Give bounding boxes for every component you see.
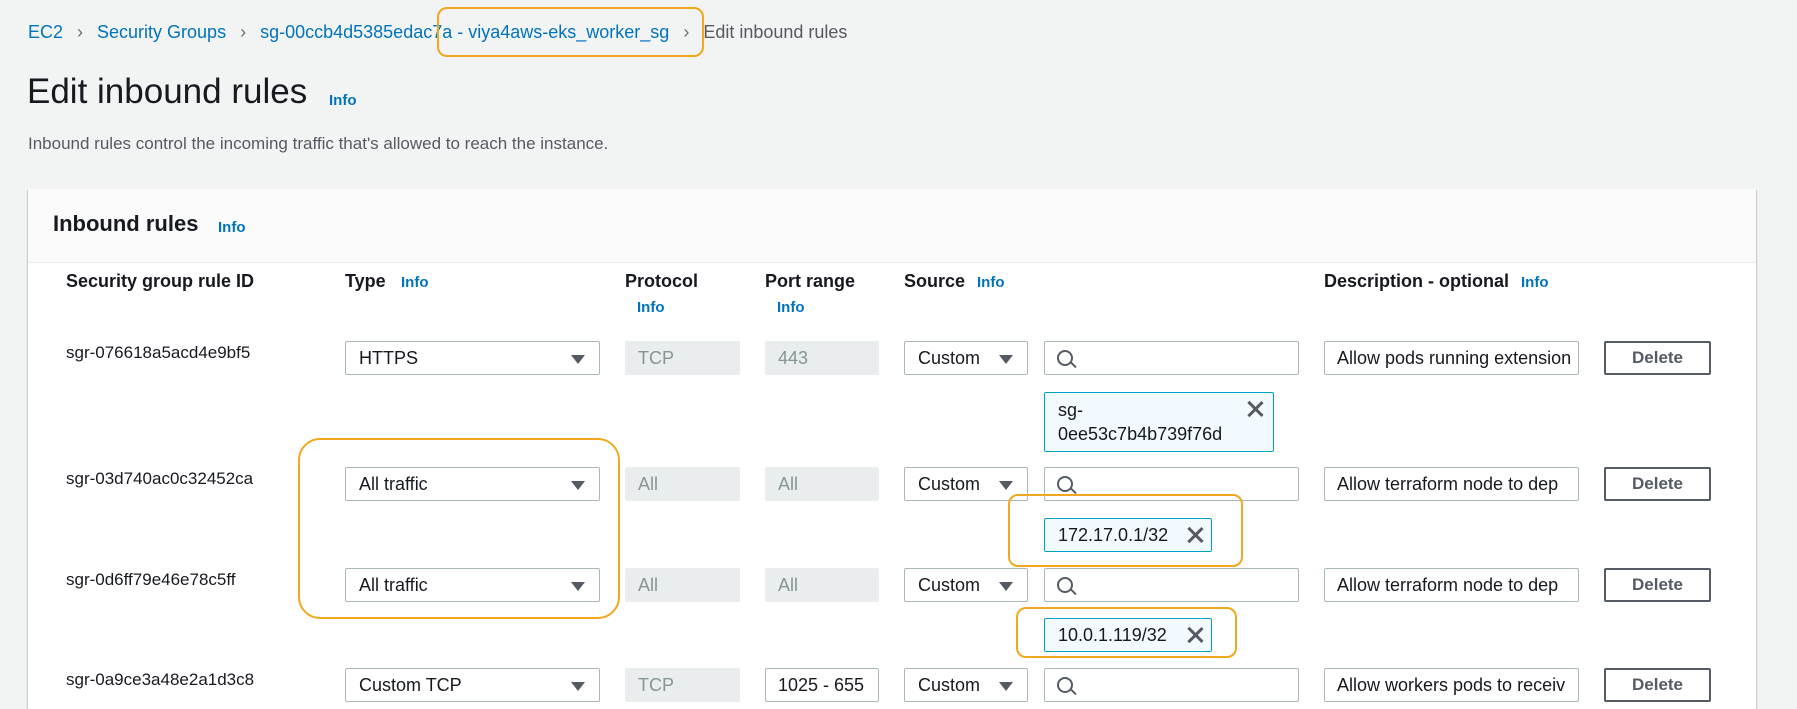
caret-down-icon — [571, 582, 585, 591]
col-header-source: Source — [904, 271, 966, 291]
search-icon — [1057, 677, 1073, 693]
protocol-field: All — [625, 568, 740, 602]
protocol-field: All — [625, 467, 740, 501]
rule-id: sgr-076618a5acd4e9bf5 — [66, 343, 251, 362]
page-info-link[interactable]: Info — [329, 92, 357, 109]
token-label: 0ee53c7b4b739f76d — [1058, 424, 1223, 444]
search-icon — [1057, 577, 1073, 593]
type-select[interactable]: HTTPS — [345, 341, 600, 375]
type-value: Custom TCP — [359, 675, 462, 695]
caret-down-icon — [999, 355, 1013, 364]
close-icon[interactable] — [1245, 399, 1265, 419]
port-range-field: All — [765, 568, 879, 602]
caret-down-icon — [571, 481, 585, 490]
breadcrumb-security-groups[interactable]: Security Groups — [97, 22, 226, 43]
breadcrumb-security-group[interactable]: sg-00ccb4d5385edac7a - viya4aws-eks_work… — [260, 22, 669, 43]
chevron-right-icon: › — [683, 21, 690, 42]
source-value: Custom — [918, 348, 981, 368]
type-value: HTTPS — [359, 348, 419, 368]
source-info-link[interactable]: Info — [977, 274, 1005, 291]
source-select[interactable]: Custom — [904, 668, 1028, 702]
type-info-link[interactable]: Info — [401, 274, 429, 291]
caret-down-icon — [571, 355, 585, 364]
col-header-description: Description - optional — [1324, 271, 1510, 291]
description-info-link[interactable]: Info — [1521, 274, 1549, 291]
port-range-field: 443 — [765, 341, 879, 375]
protocol-field: TCP — [625, 341, 740, 375]
port-range-field: All — [765, 467, 879, 501]
breadcrumb: EC2 › Security Groups › sg-00ccb4d5385ed… — [28, 20, 847, 44]
col-header-type: Type — [345, 271, 386, 291]
protocol-field: TCP — [625, 668, 740, 702]
rule-id: sgr-03d740ac0c32452ca — [66, 469, 254, 488]
type-value: All traffic — [359, 474, 428, 494]
search-icon — [1057, 350, 1073, 366]
col-header-rule-id: Security group rule ID — [66, 271, 255, 291]
delete-button[interactable]: Delete — [1604, 568, 1711, 602]
source-token: 10.0.1.119/32 — [1044, 618, 1212, 652]
panel-header: Inbound rules Info — [28, 189, 1756, 263]
close-icon[interactable] — [1185, 625, 1205, 645]
source-select[interactable]: Custom — [904, 467, 1028, 501]
description-input[interactable]: Allow terraform node to dep — [1324, 568, 1579, 602]
port-range-input[interactable]: 1025 - 655 — [765, 668, 879, 702]
source-token: sg- 0ee53c7b4b739f76d — [1044, 392, 1274, 452]
protocol-info-link[interactable]: Info — [637, 299, 665, 316]
search-icon — [1057, 476, 1073, 492]
source-select[interactable]: Custom — [904, 341, 1028, 375]
source-search-input[interactable] — [1044, 341, 1299, 375]
description-input[interactable]: Allow terraform node to dep — [1324, 467, 1579, 501]
panel-title: Inbound rules — [53, 211, 199, 236]
type-select[interactable]: All traffic — [345, 467, 600, 501]
source-select[interactable]: Custom — [904, 568, 1028, 602]
port-range-info-link[interactable]: Info — [777, 299, 805, 316]
close-icon[interactable] — [1185, 525, 1205, 545]
source-search-input[interactable] — [1044, 568, 1299, 602]
inbound-rules-panel: Inbound rules Info — [28, 189, 1756, 709]
col-header-protocol: Protocol — [625, 271, 699, 291]
chevron-right-icon: › — [77, 21, 84, 42]
source-value: Custom — [918, 474, 981, 494]
source-search-input[interactable] — [1044, 467, 1299, 501]
panel-info-link[interactable]: Info — [218, 219, 246, 236]
description-input[interactable]: Allow pods running extension — [1324, 341, 1579, 375]
breadcrumb-current: Edit inbound rules — [703, 21, 848, 42]
source-search-input[interactable] — [1044, 668, 1299, 702]
type-select[interactable]: Custom TCP — [345, 668, 600, 702]
description-input[interactable]: Allow workers pods to receiv — [1324, 668, 1579, 702]
delete-button[interactable]: Delete — [1604, 467, 1711, 501]
token-label: sg- — [1058, 400, 1084, 420]
caret-down-icon — [999, 582, 1013, 591]
page-description: Inbound rules control the incoming traff… — [28, 134, 609, 153]
caret-down-icon — [999, 481, 1013, 490]
type-select[interactable]: All traffic — [345, 568, 600, 602]
source-value: Custom — [918, 575, 981, 595]
page-title: Edit inbound rules — [27, 72, 308, 111]
rule-id: sgr-0d6ff79e46e78c5ff — [66, 570, 236, 589]
delete-button[interactable]: Delete — [1604, 341, 1711, 375]
caret-down-icon — [999, 682, 1013, 691]
col-header-port-range: Port range — [765, 271, 856, 291]
rule-id: sgr-0a9ce3a48e2a1d3c8 — [66, 670, 255, 689]
type-value: All traffic — [359, 575, 428, 595]
chevron-right-icon: › — [240, 21, 247, 42]
token-label: 10.0.1.119/32 — [1058, 625, 1167, 645]
source-value: Custom — [918, 675, 981, 695]
token-label: 172.17.0.1/32 — [1058, 525, 1169, 545]
breadcrumb-ec2[interactable]: EC2 — [28, 22, 63, 43]
source-token: 172.17.0.1/32 — [1044, 518, 1212, 552]
caret-down-icon — [571, 682, 585, 691]
delete-button[interactable]: Delete — [1604, 668, 1711, 702]
